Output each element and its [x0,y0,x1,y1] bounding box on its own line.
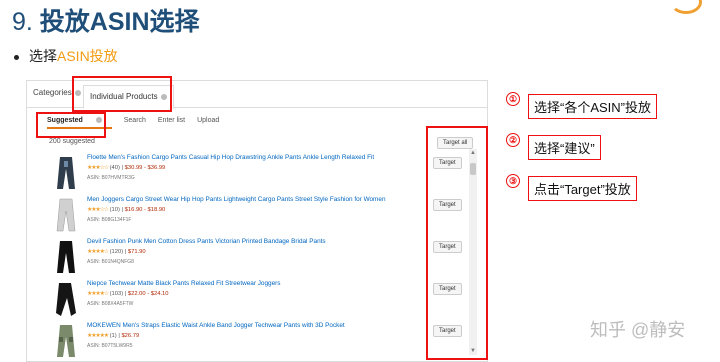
rating-stars: ★★★★★ [87,333,109,339]
product-row: Men Joggers Cargo Street Wear Hip Hop Pa… [47,195,467,237]
subtab-search[interactable]: Search [124,117,146,124]
review-count: (1) [109,333,117,339]
review-count: (10) [109,207,120,213]
bullet-line: 选择ASIN投放 [14,46,118,66]
callout-text: 点击“Target”投放 [528,176,637,201]
product-price: $26.79 [121,333,140,339]
review-count: (120) [109,249,124,255]
highlight-target-column [426,126,488,360]
product-thumbnail [56,198,76,232]
highlight-individual-products [72,76,172,112]
product-thumbnail [57,157,75,189]
product-title-link[interactable]: Men Joggers Cargo Street Wear Hip Hop Pa… [87,196,386,203]
product-row: Niepce Techwear Matte Black Pants Relaxe… [47,279,467,321]
rating-stars: ★★★☆☆ [87,207,109,213]
review-count: (40) [109,165,120,171]
product-asin: ASIN: B07T5LW9R5 [87,343,133,349]
slide-title: 9. 投放ASIN选择 [12,2,200,38]
review-count: (103) [109,291,124,297]
product-thumbnail [57,241,75,273]
bullet-prefix: 选择 [29,48,57,64]
product-price: $16.90 - $18.90 [124,207,166,213]
callout-text: 选择“建议” [528,135,601,160]
product-asin: ASIN: B01N4QNFG8 [87,259,134,265]
product-meta: ★★★★★ (1) | $26.79 [87,333,140,339]
step-number: ① [506,92,520,106]
bullet-highlight: ASIN投放 [57,48,118,64]
product-meta: ★★★★☆ (103) | $22.00 - $24.10 [87,291,169,297]
title-number: 9. [12,8,40,36]
product-row: MOKEWEN Men's Straps Elastic Waist Ankle… [47,321,467,361]
product-thumbnail [57,325,75,357]
step-number: ② [506,133,520,147]
product-asin: ASIN: B07HVMTR3G [87,175,135,181]
product-title-link[interactable]: MOKEWEN Men's Straps Elastic Waist Ankle… [87,322,345,329]
product-row: Floette Men's Fashion Cargo Pants Casual… [47,153,467,195]
product-row: Devil Fashion Punk Men Cotton Dress Pant… [47,237,467,279]
title-text: 投放ASIN选择 [39,8,200,36]
rating-stars: ★★★☆☆ [87,165,109,171]
subtab-enter-list[interactable]: Enter list [158,117,185,124]
callout-text: 选择“各个ASIN”投放 [528,94,658,119]
rating-stars: ★★★★☆ [87,291,109,297]
subtab-upload[interactable]: Upload [197,117,219,124]
product-price: $30.99 - $36.99 [124,165,166,171]
suggested-count: 200 suggested [49,138,95,145]
product-price: $71.90 [127,249,146,255]
product-price: $22.00 - $24.10 [127,291,169,297]
product-meta: ★★★★☆ (120) | $71.90 [87,249,146,255]
product-meta: ★★★☆☆ (10) | $16.90 - $18.90 [87,207,166,213]
product-title-link[interactable]: Devil Fashion Punk Men Cotton Dress Pant… [87,238,326,245]
watermark: 知乎 @静安 [590,320,686,340]
corner-decoration [670,0,702,14]
bullet-dot [14,54,19,60]
step-number: ③ [506,174,520,188]
product-asin: ASIN: B08X4A5FTW [87,301,134,307]
product-meta: ★★★☆☆ (40) | $30.99 - $36.99 [87,165,166,171]
product-title-link[interactable]: Floette Men's Fashion Cargo Pants Casual… [87,154,374,161]
tab-categories-label: Categories [33,88,72,97]
rating-stars: ★★★★☆ [87,249,109,255]
product-title-link[interactable]: Niepce Techwear Matte Black Pants Relaxe… [87,280,280,287]
product-thumbnail [56,283,76,316]
product-asin: ASIN: B08G134F1F [87,217,132,223]
highlight-suggested [36,112,106,138]
